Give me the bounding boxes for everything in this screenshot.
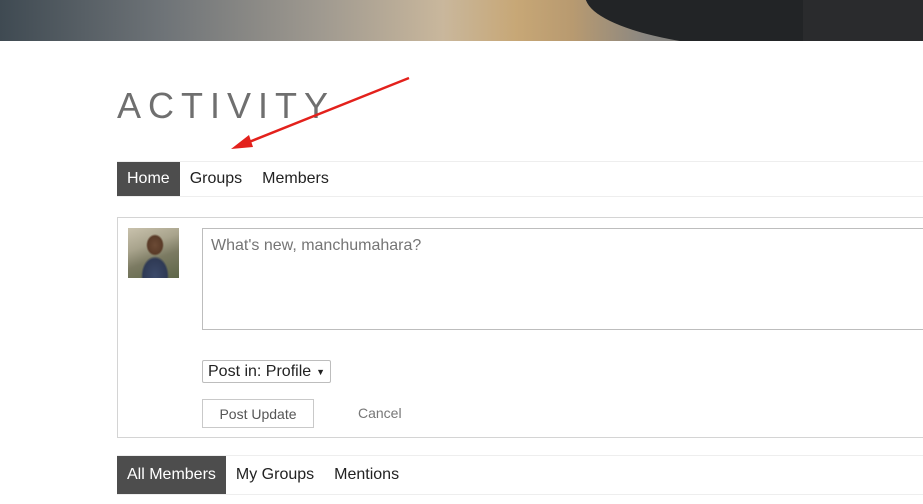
activity-filter-tabs: All Members My Groups Mentions <box>117 455 923 495</box>
caret-down-icon: ▼ <box>316 366 326 377</box>
header-banner-image <box>0 0 923 41</box>
avatar[interactable] <box>128 228 179 278</box>
page-title: ACTIVITY <box>117 85 336 126</box>
post-in-label: Post in: Profile <box>208 362 312 380</box>
arrow-head <box>231 135 253 149</box>
post-in-select[interactable]: Post in: Profile ▼ <box>202 360 332 383</box>
whats-new-textarea[interactable] <box>202 228 923 330</box>
main-nav-tabs: Home Groups Members <box>117 161 923 197</box>
whats-new-form: Post in: Profile ▼ Post Update Cancel <box>117 217 923 438</box>
banner-dark-edge <box>803 0 923 41</box>
tab-my-groups[interactable]: My Groups <box>226 456 324 494</box>
tab-members[interactable]: Members <box>252 162 339 196</box>
cancel-link[interactable]: Cancel <box>358 405 402 421</box>
tab-home[interactable]: Home <box>117 162 180 196</box>
post-update-button[interactable]: Post Update <box>202 399 314 428</box>
tab-mentions[interactable]: Mentions <box>324 456 409 494</box>
tab-all-members[interactable]: All Members <box>117 456 226 494</box>
tab-groups[interactable]: Groups <box>180 162 252 196</box>
